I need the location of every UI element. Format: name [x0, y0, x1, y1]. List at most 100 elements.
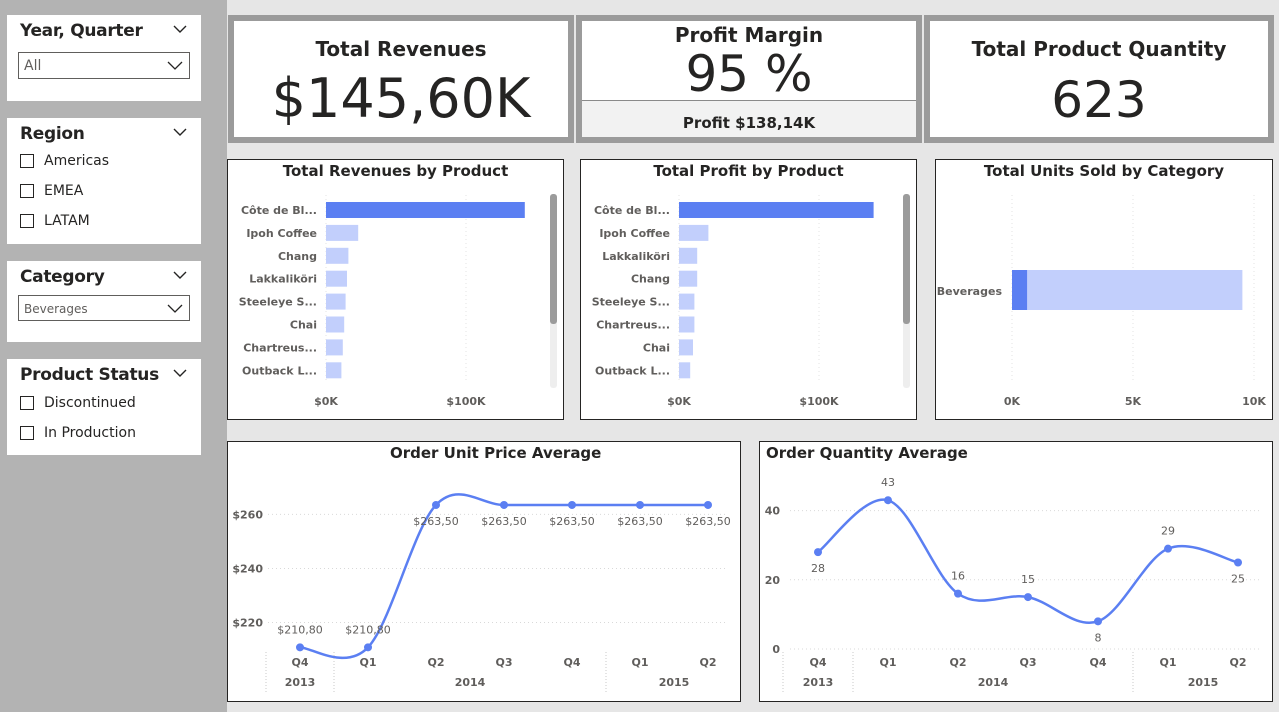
- year-label: 2015: [1188, 676, 1219, 689]
- chevron-down-icon: [167, 61, 183, 70]
- data-point: [500, 500, 508, 509]
- chevron-down-icon[interactable]: [173, 128, 187, 136]
- x-tick-label: $100K: [799, 395, 839, 408]
- bar-total: [1012, 270, 1243, 310]
- data-label: 15: [1021, 573, 1035, 586]
- x-tick-label: Q1: [631, 656, 648, 669]
- data-point: [1024, 593, 1032, 602]
- data-label: 25: [1231, 573, 1245, 586]
- x-tick-label: 10K: [1242, 395, 1266, 408]
- revenues-by-product-chart[interactable]: Total Revenues by Product $0K $100K Côte d…: [227, 159, 564, 420]
- data-point: [814, 548, 822, 557]
- category-label: Lakkaliköri: [602, 250, 670, 263]
- y-tick-label: 0: [772, 643, 780, 656]
- category-slicer-title: Category: [20, 267, 105, 287]
- category-label: Chang: [631, 273, 670, 286]
- option-label: Discontinued: [44, 395, 136, 411]
- series-line: [817, 498, 1239, 624]
- bar: [326, 339, 343, 356]
- x-tick-label: 5K: [1125, 395, 1142, 408]
- option-label: LATAM: [44, 213, 90, 229]
- category-label: Chang: [278, 250, 317, 263]
- profit-margin-card[interactable]: Profit Margin 95 % Profit $138,14K: [576, 15, 922, 143]
- category-label: Côte de Bl...: [241, 204, 317, 217]
- year-label: 2013: [803, 676, 834, 689]
- y-tick-label: 20: [765, 574, 781, 587]
- card-body: Total Revenues $145,60K: [234, 21, 568, 137]
- category-label: Chartreus...: [243, 341, 317, 354]
- year-quarter-dropdown[interactable]: All: [18, 52, 190, 79]
- data-point: [432, 500, 440, 509]
- bar: [679, 247, 698, 264]
- card-body: Total Product Quantity 623: [930, 21, 1268, 137]
- year-quarter-slicer-title: Year, Quarter: [20, 21, 143, 41]
- chevron-down-icon[interactable]: [173, 369, 187, 377]
- category-label: Outback L...: [595, 364, 670, 377]
- unit-price-average-chart[interactable]: Order Unit Price Average $220 $240 $260 $21…: [227, 441, 741, 702]
- line-chart-svg: $220 $240 $260 $210,80 $210,80 $263,50 $263,50…: [232, 493, 731, 694]
- status-option-in-production[interactable]: In Production: [20, 425, 136, 441]
- y-tick-label: $240: [232, 562, 263, 575]
- total-revenues-card[interactable]: Total Revenues $145,60K: [228, 15, 574, 143]
- region-option-americas[interactable]: Americas: [20, 153, 109, 169]
- category-label: Lakkaliköri: [249, 273, 317, 286]
- category-label: Côte de Bl...: [594, 204, 670, 217]
- units-by-category-chart[interactable]: Total Units Sold by Category 0K 5K 10K Beve…: [935, 159, 1273, 420]
- product-status-slicer: Product Status Discontinued In Productio…: [7, 359, 201, 455]
- x-tick-label: Q3: [1019, 656, 1036, 669]
- bar: [679, 270, 698, 287]
- category-dropdown[interactable]: Beverages: [18, 295, 190, 321]
- status-option-discontinued[interactable]: Discontinued: [20, 395, 136, 411]
- bar: [679, 339, 693, 356]
- bar: [679, 316, 695, 333]
- bar: [679, 202, 874, 218]
- card-title: Total Product Quantity: [971, 37, 1227, 61]
- year-label: 2014: [978, 676, 1009, 689]
- data-label: $263,50: [413, 515, 459, 528]
- data-label: 16: [951, 570, 965, 583]
- data-label: 43: [881, 476, 895, 489]
- chevron-down-icon[interactable]: [173, 25, 187, 33]
- card-value: 95 %: [685, 45, 813, 103]
- data-label: 28: [811, 562, 825, 575]
- scrollbar-thumb: [903, 194, 910, 324]
- card-body: Profit Margin 95 % Profit $138,14K: [582, 21, 916, 137]
- category-label: Ipoh Coffee: [599, 227, 670, 240]
- x-tick-label: $0K: [314, 395, 338, 408]
- data-point: [954, 589, 962, 598]
- bar: [326, 224, 359, 241]
- chevron-down-icon[interactable]: [173, 271, 187, 279]
- x-tick-label: Q4: [809, 656, 826, 669]
- category-label: Steeleye S...: [592, 296, 670, 309]
- region-option-emea[interactable]: EMEA: [20, 183, 83, 199]
- data-point: [884, 496, 892, 505]
- order-quantity-average-chart[interactable]: Order Quantity Average 0 20 40 28 43 16 15 8 29 2…: [759, 441, 1273, 702]
- total-quantity-card[interactable]: Total Product Quantity 623: [924, 15, 1274, 143]
- category-label: Chai: [290, 319, 317, 332]
- x-tick-label: Q4: [1089, 656, 1106, 669]
- data-label: $210,80: [277, 623, 323, 636]
- card-value: $145,60K: [271, 67, 531, 130]
- checkbox[interactable]: [20, 154, 34, 168]
- chevron-down-icon: [167, 304, 183, 313]
- option-label: In Production: [44, 425, 136, 441]
- year-label: 2014: [455, 676, 486, 689]
- x-tick-label: Q4: [563, 656, 580, 669]
- checkbox[interactable]: [20, 214, 34, 228]
- profit-subtitle: Profit $138,14K: [682, 114, 816, 132]
- scrollbar-thumb: [550, 194, 557, 324]
- checkbox[interactable]: [20, 396, 34, 410]
- profit-by-product-chart[interactable]: Total Profit by Product $0K $100K Côte de …: [580, 159, 917, 420]
- x-tick-label: Q2: [427, 656, 444, 669]
- checkbox[interactable]: [20, 184, 34, 198]
- x-tick-label: Q1: [879, 656, 896, 669]
- data-label: $210,80: [345, 623, 391, 636]
- region-option-latam[interactable]: LATAM: [20, 213, 90, 229]
- checkbox[interactable]: [20, 426, 34, 440]
- bar-selected: [1012, 270, 1028, 310]
- category-label: Chartreus...: [596, 319, 670, 332]
- card-title: Profit Margin: [674, 23, 824, 47]
- bar-chart-svg: $0K $100K Côte de Bl... Ipoh Coffee Chang Lak…: [239, 194, 557, 408]
- year-label: 2013: [285, 676, 316, 689]
- category-label: Beverages: [937, 285, 1003, 298]
